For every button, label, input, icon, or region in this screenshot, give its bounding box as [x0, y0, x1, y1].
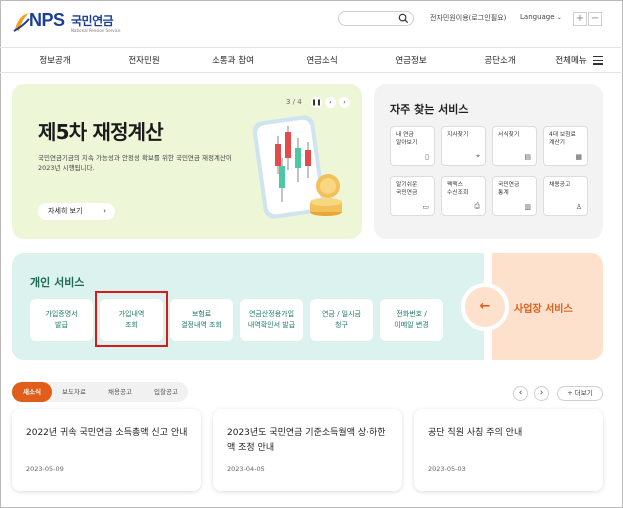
psvc-pension-calc-confirmation[interactable]: 연금산정용가입 내역확인서 발급: [240, 299, 303, 341]
e-civil-login-link[interactable]: 전자민원이용(로그인필요): [430, 13, 506, 23]
news-next-button[interactable]: ›: [534, 386, 549, 401]
freq-insurance-calculator[interactable]: 4대 보험료 계산기 ▦: [543, 126, 588, 166]
hamburger-icon[interactable]: [593, 56, 603, 67]
hero-description: 국민연금기금의 지속 가능성과 안정성 확보를 위한 국민연금 재정계산이 20…: [38, 154, 232, 172]
logo-text: NPS: [29, 10, 65, 30]
chevron-down-icon: ⌄: [556, 14, 562, 21]
main-nav: 정보공개 전자민원 소통과 참여 연금소식 연금정보 공단소개 전체메뉴: [0, 47, 623, 73]
bar-chart-icon: ▥: [524, 203, 531, 211]
news-more-button[interactable]: + 더보기: [557, 386, 603, 401]
logo-subtitle: National Pension Service: [71, 28, 121, 33]
freq-label: 채용공고: [549, 182, 571, 188]
map-pin-icon: ⌖: [476, 152, 480, 160]
business-services-label: 사업장 서비스: [514, 304, 573, 315]
freq-label: 4대 보험료 계산기: [549, 132, 576, 146]
freq-fax-inquiry[interactable]: 팩맥스 수신조회 ⎙: [441, 176, 486, 216]
news-card[interactable]: 2023년도 국민연금 기준소득월액 상·하한액 조정 안내 2023-04-0…: [213, 409, 402, 491]
frequent-services-panel: 자주 찾는 서비스 내 연금 알아보기 ▯ 지사찾기 ⌖ 서식찾기 ▤ 4대 보…: [374, 84, 603, 239]
calculator-icon: ▦: [575, 153, 582, 161]
nps-logo[interactable]: NPS 국민연금 National Pension Service: [13, 9, 121, 37]
phone-chart-illustration: [252, 115, 342, 219]
nav-about[interactable]: 공단소개: [484, 54, 515, 66]
news-date: 2023-05-09: [26, 465, 64, 473]
hero-banner: 제5차 재정계산 국민연금기금의 지속 가능성과 안정성 확보를 위한 국민연금…: [12, 84, 362, 239]
nav-info-disclosure[interactable]: 정보공개: [39, 54, 70, 66]
nav-e-civil[interactable]: 전자민원: [128, 54, 159, 66]
tab-news[interactable]: 새소식: [12, 382, 52, 402]
hero-page-indicator: 3 / 4: [286, 98, 302, 106]
news-title: 공단 직원 사칭 주의 안내: [428, 428, 523, 438]
freq-branch-search[interactable]: 지사찾기 ⌖: [441, 126, 486, 166]
zoom-out-button[interactable]: −: [588, 12, 602, 26]
zoom-in-button[interactable]: +: [573, 12, 587, 26]
news-prev-button[interactable]: ‹: [513, 386, 528, 401]
tab-bidding[interactable]: 입찰공고: [144, 382, 188, 402]
news-title: 2023년도 국민연금 기준소득월액 상·하한액 조정 안내: [227, 428, 386, 453]
hero-detail-button[interactable]: 자세히 보기 ›: [38, 203, 115, 220]
freq-my-pension[interactable]: 내 연금 알아보기 ▯: [390, 126, 435, 166]
news-card[interactable]: 2022년 귀속 국민연금 소득총액 신고 안내 2023-05-09: [12, 409, 201, 491]
freq-label: 지사찾기: [447, 132, 469, 138]
language-label: Language: [520, 13, 555, 21]
chevron-left-icon[interactable]: ‹: [325, 97, 336, 108]
logo-swoosh-icon: [13, 13, 30, 32]
book-icon: ▭: [422, 203, 429, 211]
highlight-box: [95, 291, 168, 347]
personal-services-title: 개인 서비스: [30, 276, 85, 289]
news-date: 2023-04-05: [227, 465, 265, 473]
nav-pension-news[interactable]: 연금소식: [306, 54, 337, 66]
language-select[interactable]: Language ⌄: [520, 13, 562, 21]
search-input[interactable]: [338, 11, 414, 26]
freq-label: 팩맥스 수신조회: [447, 182, 469, 196]
logo-korean: 국민연금: [71, 14, 114, 28]
chevron-right-icon: ›: [103, 207, 106, 215]
news-date: 2023-05-03: [428, 465, 466, 473]
freq-pension-statistics[interactable]: 국민연금 통계 ▥: [492, 176, 537, 216]
freq-label: 서식찾기: [498, 132, 520, 138]
psvc-contact-change[interactable]: 전화번호 / 이메일 변경: [380, 299, 443, 341]
arrow-left-icon[interactable]: ←: [461, 283, 509, 331]
news-card[interactable]: 공단 직원 사칭 주의 안내 2023-05-03: [414, 409, 603, 491]
printer-icon: ⎙: [474, 202, 480, 210]
news-tabs: 새소식 보도자료 채용공고 입찰공고: [12, 382, 188, 402]
nav-pension-info[interactable]: 연금정보: [395, 54, 426, 66]
search-icon[interactable]: [398, 13, 409, 24]
phone-document-icon: ▯: [425, 153, 429, 161]
psvc-pension-claim[interactable]: 연금 / 일시금 청구: [310, 299, 373, 341]
hero-detail-label: 자세히 보기: [48, 207, 83, 215]
frequent-services-title: 자주 찾는 서비스: [390, 103, 469, 116]
freq-label: 알기쉬운 국민연금: [396, 182, 418, 196]
freq-label: 국민연금 통계: [498, 182, 520, 196]
clipboard-icon: ▤: [524, 153, 531, 161]
news-title: 2022년 귀속 국민연금 소득총액 신고 안내: [26, 428, 188, 438]
tab-recruitment[interactable]: 채용공고: [98, 382, 142, 402]
nav-all-menu[interactable]: 전체메뉴: [555, 54, 586, 66]
hero-title: 제5차 재정계산: [38, 120, 164, 144]
freq-label: 내 연금 알아보기: [396, 132, 418, 146]
freq-form-search[interactable]: 서식찾기 ▤: [492, 126, 537, 166]
pause-icon[interactable]: ❚❚: [311, 97, 322, 108]
psvc-premium-decision[interactable]: 보험료 결정내역 조회: [170, 299, 233, 341]
freq-easy-pension[interactable]: 알기쉬운 국민연금 ▭: [390, 176, 435, 216]
tab-press-release[interactable]: 보도자료: [54, 382, 94, 402]
nav-communication[interactable]: 소통과 참여: [212, 54, 254, 66]
chevron-right-icon[interactable]: ›: [339, 97, 350, 108]
personal-services-panel: 개인 서비스 가입증명서 발급 가입내역 조회 보험료 결정내역 조회 연금산정…: [12, 253, 484, 360]
psvc-subscription-certificate[interactable]: 가입증명서 발급: [30, 299, 93, 341]
person-edit-icon: ♙: [575, 203, 582, 211]
freq-recruitment[interactable]: 채용공고 ♙: [543, 176, 588, 216]
